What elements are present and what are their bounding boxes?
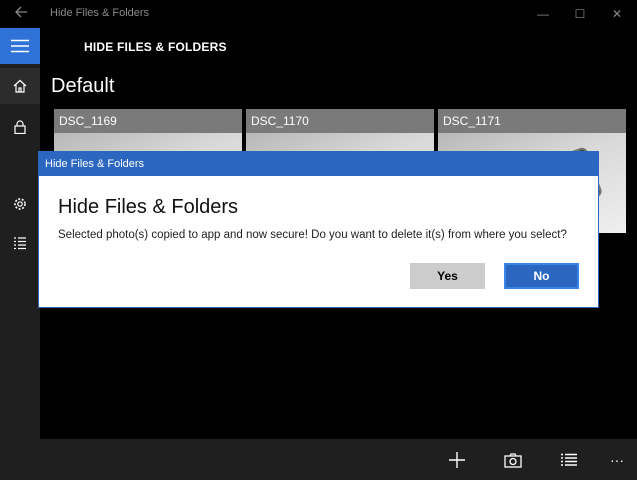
dialog-heading: Hide Files & Folders <box>58 196 239 218</box>
app-header-title: HIDE FILES & FOLDERS <box>84 40 227 54</box>
bottom-app-bar: ··· <box>40 439 637 480</box>
nav-list-button[interactable] <box>0 225 40 261</box>
plus-icon <box>449 452 465 468</box>
navigation-rail <box>0 28 40 480</box>
hamburger-menu-icon <box>11 39 29 53</box>
camera-button[interactable] <box>498 447 528 473</box>
dialog-message: Selected photo(s) copied to app and now … <box>58 229 567 241</box>
no-button[interactable]: No <box>504 263 579 289</box>
dialog-titlebar: Hide Files & Folders <box>39 152 598 176</box>
photo-name: DSC_1171 <box>438 109 626 133</box>
back-arrow-icon[interactable] <box>12 5 30 23</box>
camera-icon <box>504 452 522 468</box>
hamburger-menu-button[interactable] <box>0 28 40 64</box>
nav-lock-button[interactable] <box>0 109 40 145</box>
select-list-icon <box>561 453 577 466</box>
minimize-button[interactable]: — <box>526 0 560 28</box>
nav-home-button[interactable] <box>0 68 40 104</box>
title-bar: Hide Files & Folders — ☐ ✕ <box>0 0 637 28</box>
section-title: Default <box>51 75 115 97</box>
list-icon <box>14 237 26 250</box>
nav-settings-button[interactable] <box>0 186 40 222</box>
add-button[interactable] <box>442 447 472 473</box>
lock-icon <box>14 120 26 134</box>
more-button[interactable]: ··· <box>602 447 632 473</box>
yes-button[interactable]: Yes <box>410 263 485 289</box>
gear-icon <box>14 198 26 210</box>
home-icon <box>13 79 27 93</box>
window-title: Hide Files & Folders <box>50 7 150 19</box>
photo-name: DSC_1169 <box>54 109 242 133</box>
close-button[interactable]: ✕ <box>600 0 634 28</box>
photo-name: DSC_1170 <box>246 109 434 133</box>
select-button[interactable] <box>554 447 584 473</box>
confirm-dialog: Hide Files & Folders Hide Files & Folder… <box>38 151 599 308</box>
maximize-button[interactable]: ☐ <box>563 0 597 28</box>
